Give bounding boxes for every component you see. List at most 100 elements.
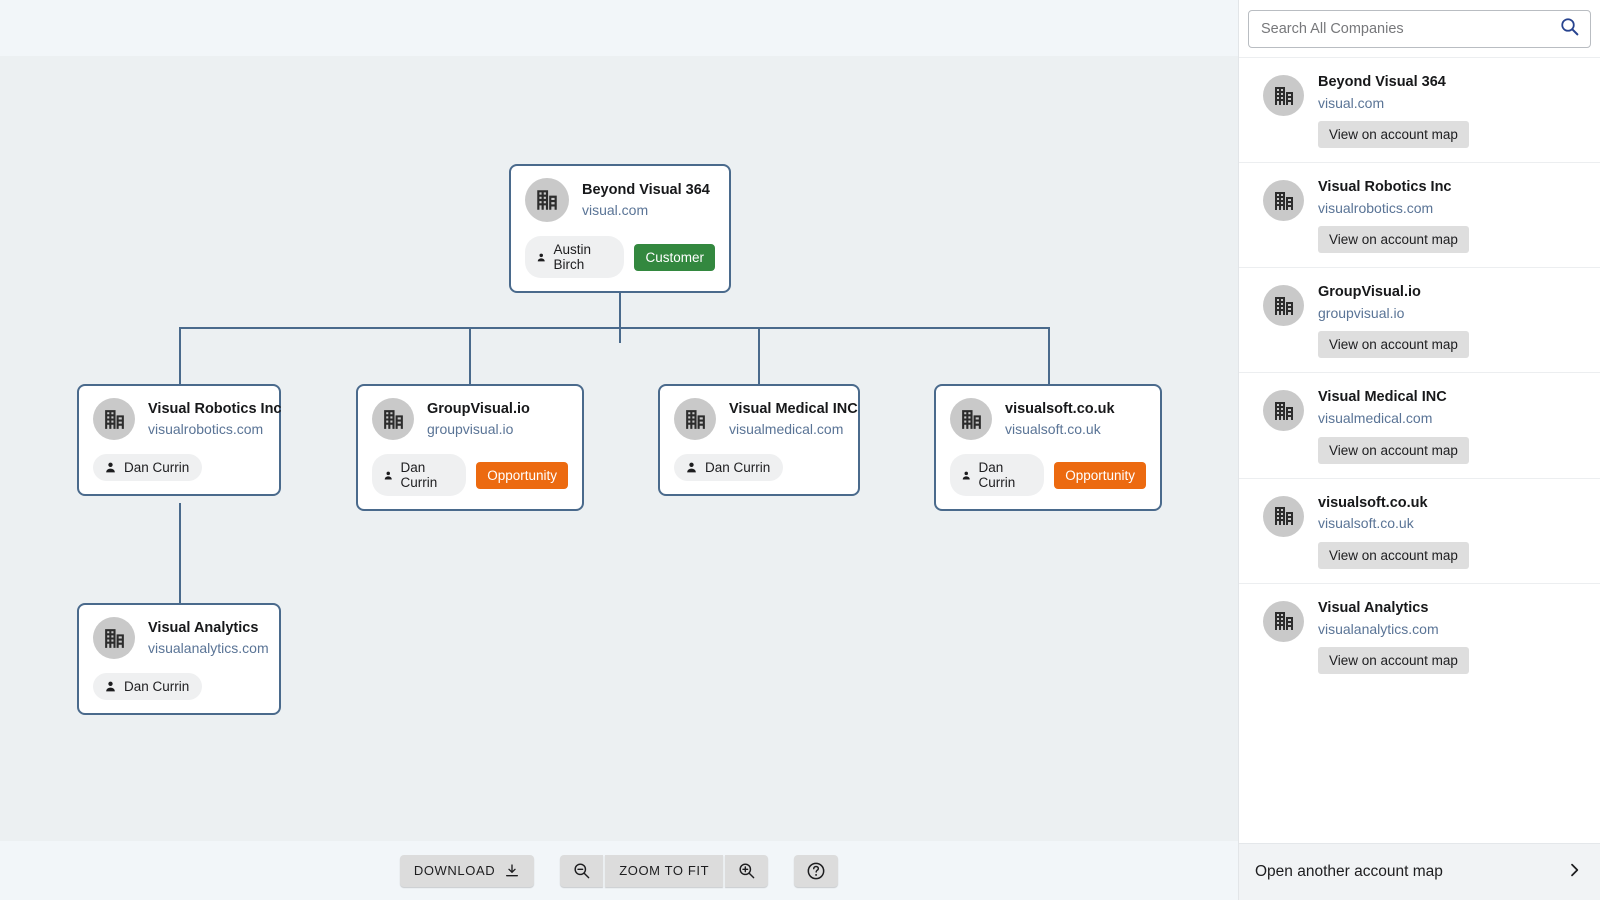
help-button[interactable]: [794, 854, 839, 887]
list-item[interactable]: Visual Medical INC visualmedical.com Vie…: [1239, 372, 1600, 477]
list-item-body: visualsoft.co.uk visualsoft.co.uk View o…: [1318, 494, 1469, 569]
result-company-domain[interactable]: visualrobotics.com: [1318, 198, 1469, 218]
connector-drop-1: [179, 327, 181, 384]
open-another-account-map-label: Open another account map: [1255, 863, 1443, 880]
node-owner-chip[interactable]: Dan Currin: [372, 454, 467, 496]
org-node-visual-analytics[interactable]: Visual Analytics visualanalytics.com Dan…: [77, 603, 281, 715]
view-on-account-map-button[interactable]: View on account map: [1318, 121, 1469, 149]
company-building-icon: [1263, 75, 1304, 116]
list-item-body: Visual Robotics Inc visualrobotics.com V…: [1318, 178, 1469, 254]
org-node-root[interactable]: Beyond Visual 364 visual.com Austin Birc…: [509, 164, 731, 293]
list-item[interactable]: Visual Analytics visualanalytics.com Vie…: [1239, 582, 1600, 688]
result-company-name: Visual Robotics Inc: [1318, 179, 1452, 196]
node-status-badge[interactable]: Customer: [634, 243, 715, 271]
zoom-out-button[interactable]: [560, 854, 604, 887]
help-circle-icon: [807, 862, 825, 879]
chevron-right-icon[interactable]: [1566, 862, 1582, 883]
node-footer: Dan Currin: [660, 446, 858, 494]
download-label: DOWNLOAD: [413, 863, 496, 878]
search-icon[interactable]: [1559, 16, 1580, 42]
company-building-icon: [950, 398, 992, 440]
node-header: visualsoft.co.uk visualsoft.co.uk: [936, 386, 1160, 446]
result-company-name: GroupVisual.io: [1318, 284, 1421, 301]
list-item[interactable]: visualsoft.co.uk visualsoft.co.uk View o…: [1239, 477, 1600, 583]
node-company-name: GroupVisual.io: [427, 400, 530, 417]
download-button[interactable]: DOWNLOAD: [399, 854, 535, 887]
zoom-to-fit-label: ZOOM TO FIT: [619, 863, 710, 878]
org-node-groupvisual-io[interactable]: GroupVisual.io groupvisual.io Dan Currin…: [356, 384, 584, 511]
zoom-to-fit-button[interactable]: ZOOM TO FIT: [605, 854, 724, 887]
list-item[interactable]: Visual Robotics Inc visualrobotics.com V…: [1239, 162, 1600, 267]
person-icon: [687, 462, 696, 473]
node-company-domain[interactable]: visual.com: [582, 201, 710, 219]
result-company-name: Visual Medical INC: [1318, 389, 1447, 406]
list-item-body: Beyond Visual 364 visual.com View on acc…: [1318, 73, 1469, 149]
org-node-visual-medical-inc[interactable]: Visual Medical INC visualmedical.com Dan…: [658, 384, 860, 496]
list-item-body: Visual Analytics visualanalytics.com Vie…: [1318, 599, 1469, 674]
canvas-area: Beyond Visual 364 visual.com Austin Birc…: [0, 0, 1238, 900]
open-another-account-map-row[interactable]: Open another account map: [1239, 843, 1600, 900]
company-building-icon: [93, 617, 135, 659]
result-company-name: Beyond Visual 364: [1318, 74, 1446, 90]
org-node-visualsoft-co-uk[interactable]: visualsoft.co.uk visualsoft.co.uk Dan Cu…: [934, 384, 1162, 511]
zoom-in-button[interactable]: [725, 854, 769, 887]
result-company-domain[interactable]: visual.com: [1318, 93, 1469, 113]
company-building-icon: [1263, 390, 1304, 432]
node-status-badge[interactable]: Opportunity: [1054, 461, 1146, 489]
node-company-domain[interactable]: visualmedical.com: [729, 420, 844, 438]
search-input[interactable]: [1249, 10, 1590, 47]
node-company-name: Beyond Visual 364: [582, 181, 710, 198]
person-icon: [384, 471, 392, 479]
zoom-control-group: ZOOM TO FIT: [560, 854, 769, 887]
node-status-badge[interactable]: Opportunity: [476, 461, 568, 489]
node-company-domain[interactable]: visualsoft.co.uk: [1005, 420, 1115, 438]
node-owner-chip[interactable]: Dan Currin: [93, 673, 203, 700]
connector-drop-3: [758, 327, 760, 384]
node-owner-name: Austin Birch: [553, 242, 591, 272]
node-company-domain[interactable]: visualanalytics.com: [148, 639, 269, 657]
org-node-visual-robotics-inc[interactable]: Visual Robotics Inc visualrobotics.com D…: [77, 384, 282, 496]
view-on-account-map-button[interactable]: View on account map: [1318, 226, 1469, 254]
node-owner-chip[interactable]: Dan Currin: [950, 454, 1045, 496]
company-building-icon: [1263, 495, 1304, 537]
node-company-name: visualsoft.co.uk: [1005, 400, 1115, 417]
company-building-icon: [93, 398, 135, 440]
node-header: GroupVisual.io groupvisual.io: [358, 386, 582, 446]
person-icon: [537, 253, 545, 261]
connector-robotics-to-analytics: [179, 503, 181, 604]
view-on-account-map-button[interactable]: View on account map: [1318, 541, 1469, 569]
node-header: Beyond Visual 364 visual.com: [511, 166, 729, 228]
node-owner-chip[interactable]: Austin Birch: [525, 236, 625, 278]
org-chart-canvas[interactable]: Beyond Visual 364 visual.com Austin Birc…: [0, 56, 1238, 841]
node-owner-name: Dan Currin: [978, 460, 1016, 490]
search-field-wrapper[interactable]: [1248, 9, 1591, 48]
list-item[interactable]: Beyond Visual 364 visual.com View on acc…: [1239, 57, 1600, 162]
result-company-domain[interactable]: visualanalytics.com: [1318, 619, 1469, 639]
node-company-domain[interactable]: groupvisual.io: [427, 420, 530, 438]
person-icon: [106, 462, 115, 473]
view-on-account-map-button[interactable]: View on account map: [1318, 436, 1469, 464]
list-item[interactable]: GroupVisual.io groupvisual.io View on ac…: [1239, 267, 1600, 372]
result-company-domain[interactable]: groupvisual.io: [1318, 303, 1469, 323]
canvas-toolbar: DOWNLOAD ZOOM TO FIT: [0, 841, 1238, 900]
view-on-account-map-button[interactable]: View on account map: [1318, 331, 1469, 359]
node-header: Visual Analytics visualanalytics.com: [79, 605, 279, 665]
result-company-domain[interactable]: visualsoft.co.uk: [1318, 513, 1469, 533]
node-titles: Visual Medical INC visualmedical.com: [729, 400, 858, 438]
company-building-icon: [1263, 180, 1304, 222]
node-footer: Dan Currin Opportunity: [936, 446, 1160, 509]
view-on-account-map-button[interactable]: View on account map: [1318, 646, 1469, 674]
node-owner-chip[interactable]: Dan Currin: [674, 454, 784, 481]
node-company-name: Visual Medical INC: [729, 400, 858, 417]
node-titles: Visual Robotics Inc visualrobotics.com: [148, 400, 282, 438]
company-building-icon: [1263, 285, 1304, 327]
node-owner-chip[interactable]: Dan Currin: [93, 454, 203, 481]
node-company-domain[interactable]: visualrobotics.com: [148, 420, 265, 438]
search-bar: [1239, 0, 1600, 57]
person-icon: [962, 471, 970, 479]
connector-horizontal-bus: [179, 327, 1050, 329]
company-building-icon: [674, 398, 716, 440]
company-building-icon: [372, 398, 414, 440]
result-company-domain[interactable]: visualmedical.com: [1318, 408, 1469, 428]
node-owner-name: Dan Currin: [124, 679, 190, 694]
